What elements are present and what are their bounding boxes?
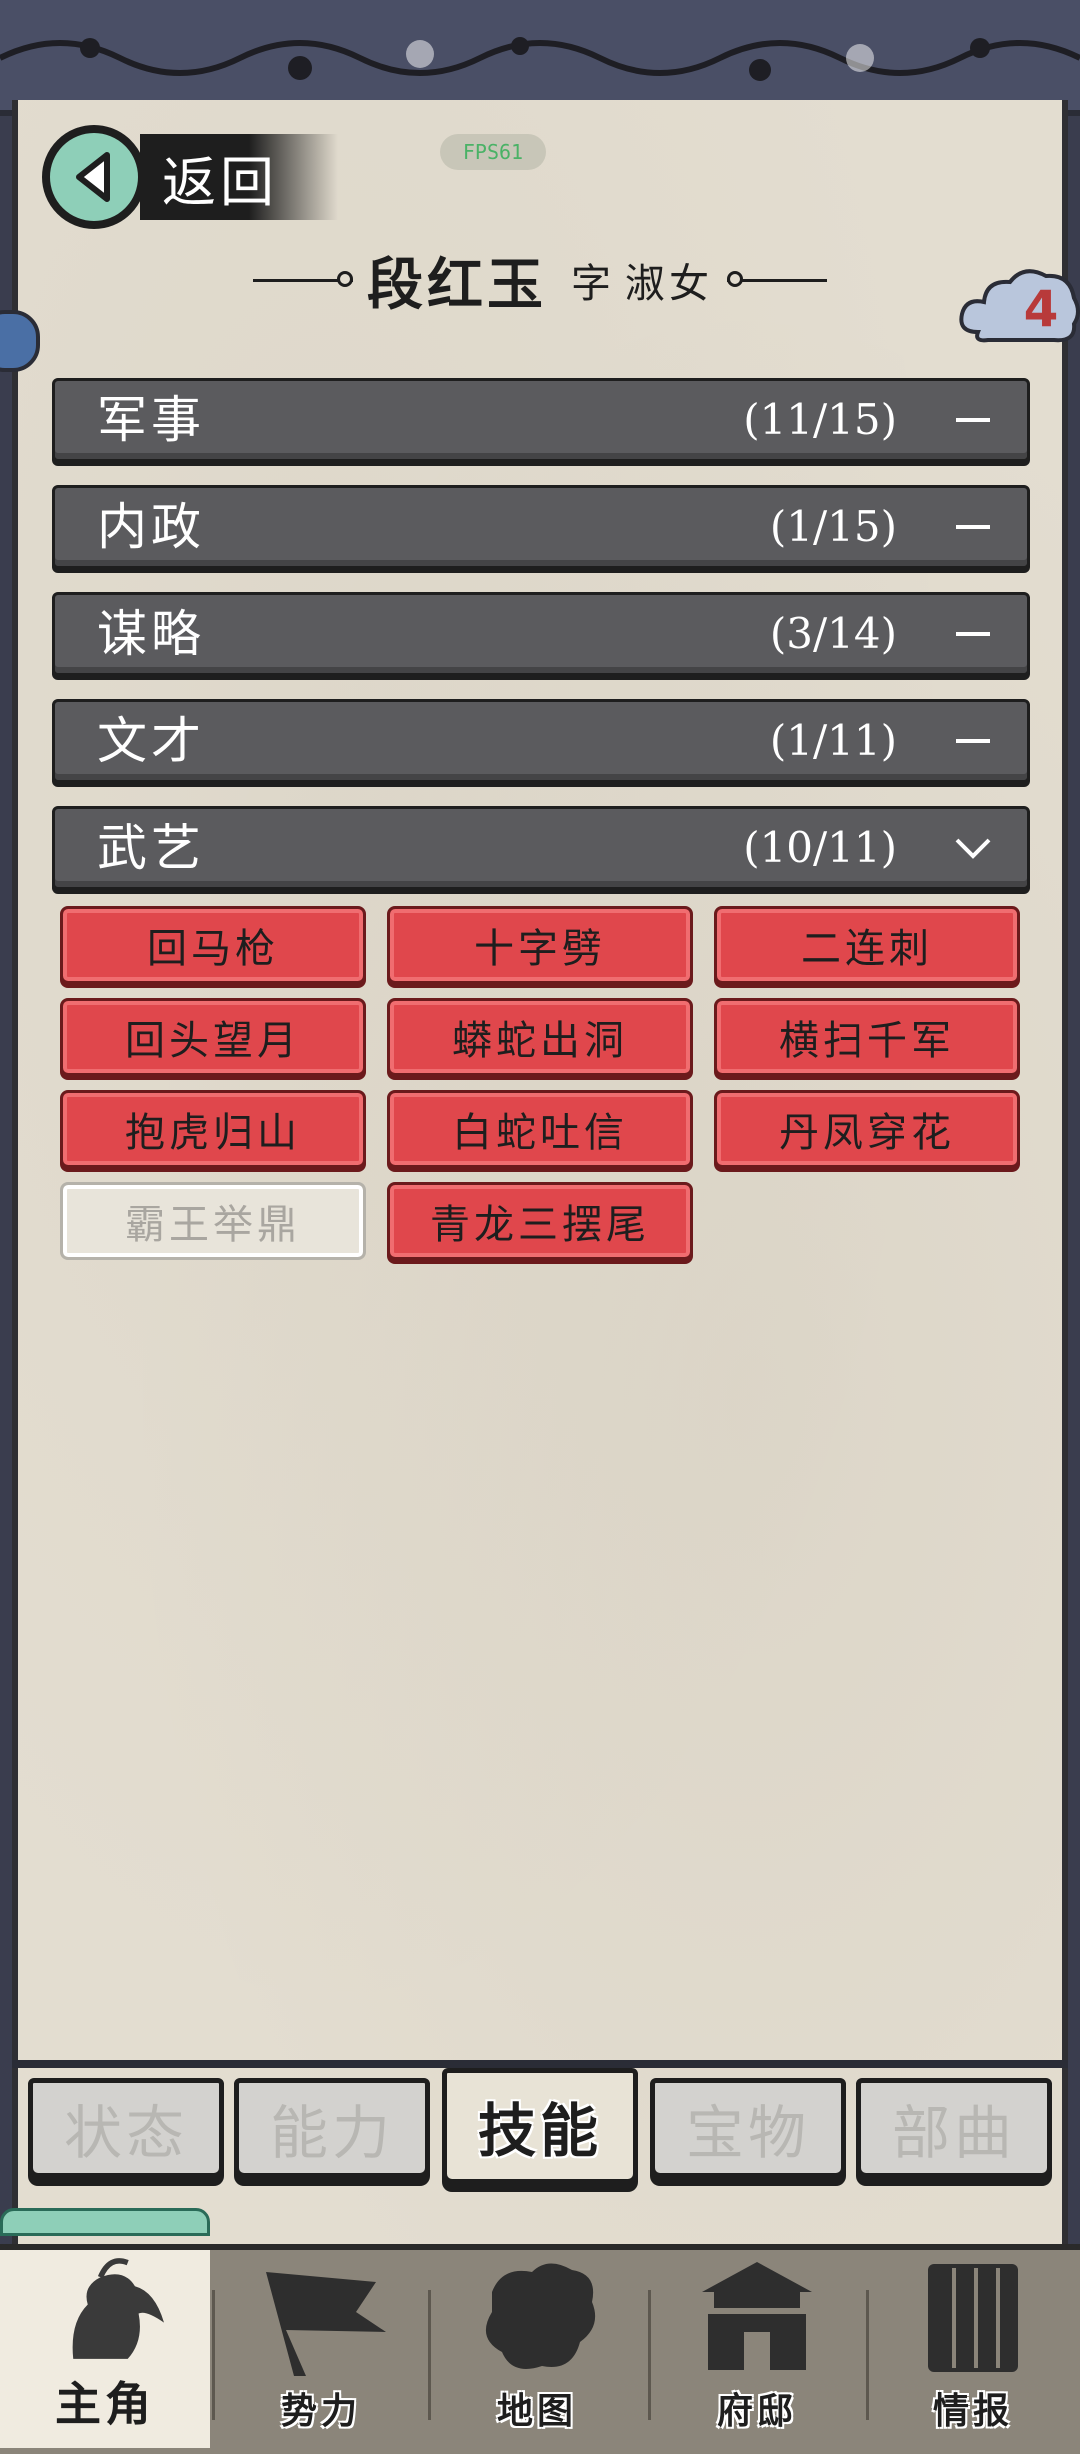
nav-label: 势力 — [280, 2391, 361, 2432]
active-nav-indicator — [0, 2208, 210, 2236]
fps-counter: FPS61 — [440, 134, 546, 170]
collapse-icon[interactable] — [951, 488, 995, 566]
mansion-icon — [702, 2262, 812, 2370]
category-bar-administration[interactable]: 内政 (1/15) — [52, 485, 1030, 569]
category-bar-literature[interactable]: 文才 (1/11) — [52, 699, 1030, 783]
map-icon — [485, 2263, 596, 2369]
back-label-container: 返回 — [140, 134, 338, 220]
skill-button[interactable]: 回马枪 — [60, 906, 366, 984]
title-ornament-left-icon — [253, 271, 353, 287]
category-name: 内政 — [97, 498, 205, 556]
courtesy-name: 淑女 — [625, 261, 713, 307]
top-decorative-border — [0, 0, 1080, 116]
category-count: (10/11) — [743, 823, 897, 872]
tab-skills[interactable]: 技能 — [442, 2068, 638, 2184]
back-label: 返回 — [162, 150, 278, 214]
nav-label: 地图 — [496, 2391, 577, 2432]
tab-ability[interactable]: 能力 — [234, 2078, 430, 2178]
character-name: 段红玉 — [367, 252, 547, 318]
collapse-icon[interactable] — [951, 595, 995, 673]
back-arrow-icon — [42, 125, 146, 229]
nav-divider — [648, 2290, 651, 2420]
tab-status[interactable]: 状态 — [28, 2078, 224, 2178]
chevron-down-icon[interactable] — [951, 809, 995, 887]
category-count: (3/14) — [769, 609, 897, 658]
collapse-icon[interactable] — [951, 702, 995, 780]
nav-divider — [428, 2290, 431, 2420]
tab-treasure[interactable]: 宝物 — [650, 2078, 846, 2178]
category-name: 文才 — [97, 712, 205, 770]
cloud-badge[interactable]: 4 — [958, 262, 1080, 354]
skill-button[interactable]: 十字劈 — [387, 906, 693, 984]
skill-button[interactable]: 白蛇吐信 — [387, 1090, 693, 1168]
skill-button[interactable]: 回头望月 — [60, 998, 366, 1076]
skill-button[interactable]: 横扫千军 — [714, 998, 1020, 1076]
skill-button[interactable]: 青龙三摆尾 — [387, 1182, 693, 1260]
courtesy-prefix: 字 — [571, 261, 611, 307]
skill-button-locked[interactable]: 霸王举鼎 — [60, 1182, 366, 1260]
category-count: (11/15) — [743, 395, 897, 444]
category-count: (1/11) — [769, 716, 897, 765]
cloud-badge-count: 4 — [1023, 280, 1059, 338]
category-name: 谋略 — [97, 605, 205, 663]
category-bar-strategy[interactable]: 谋略 (3/14) — [52, 592, 1030, 676]
title-ornament-right-icon — [727, 271, 827, 287]
flag-icon — [266, 2272, 386, 2376]
collapse-icon[interactable] — [951, 381, 995, 459]
scroll-icon — [928, 2264, 1018, 2372]
nav-label: 主角 — [55, 2377, 155, 2431]
skill-button[interactable]: 二连刺 — [714, 906, 1020, 984]
category-bar-military[interactable]: 军事 (11/15) — [52, 378, 1030, 462]
nav-map[interactable]: 地图 — [432, 2250, 642, 2448]
skill-button[interactable]: 丹凤穿花 — [714, 1090, 1020, 1168]
nav-mansion[interactable]: 府邸 — [652, 2250, 862, 2448]
warrior-icon — [72, 2258, 164, 2359]
category-count: (1/15) — [769, 502, 897, 551]
tab-bar-divider — [12, 2060, 1068, 2068]
nav-intelligence[interactable]: 情报 — [868, 2250, 1078, 2448]
nav-label: 情报 — [932, 2391, 1013, 2432]
back-button[interactable]: 返回 — [42, 122, 362, 232]
category-bar-martial[interactable]: 武艺 (10/11) — [52, 806, 1030, 890]
floral-pattern-icon — [0, 37, 1080, 81]
category-name: 军事 — [97, 391, 205, 449]
nav-label: 府邸 — [716, 2391, 797, 2432]
skill-button[interactable]: 蟒蛇出洞 — [387, 998, 693, 1076]
tab-troops[interactable]: 部曲 — [856, 2078, 1052, 2178]
nav-faction[interactable]: 势力 — [216, 2250, 426, 2448]
category-name: 武艺 — [97, 819, 205, 877]
nav-protagonist[interactable]: 主角 — [0, 2250, 210, 2448]
nav-divider — [212, 2290, 215, 2420]
character-title: 段红玉 字 淑女 — [230, 240, 850, 320]
skill-button[interactable]: 抱虎归山 — [60, 1090, 366, 1168]
